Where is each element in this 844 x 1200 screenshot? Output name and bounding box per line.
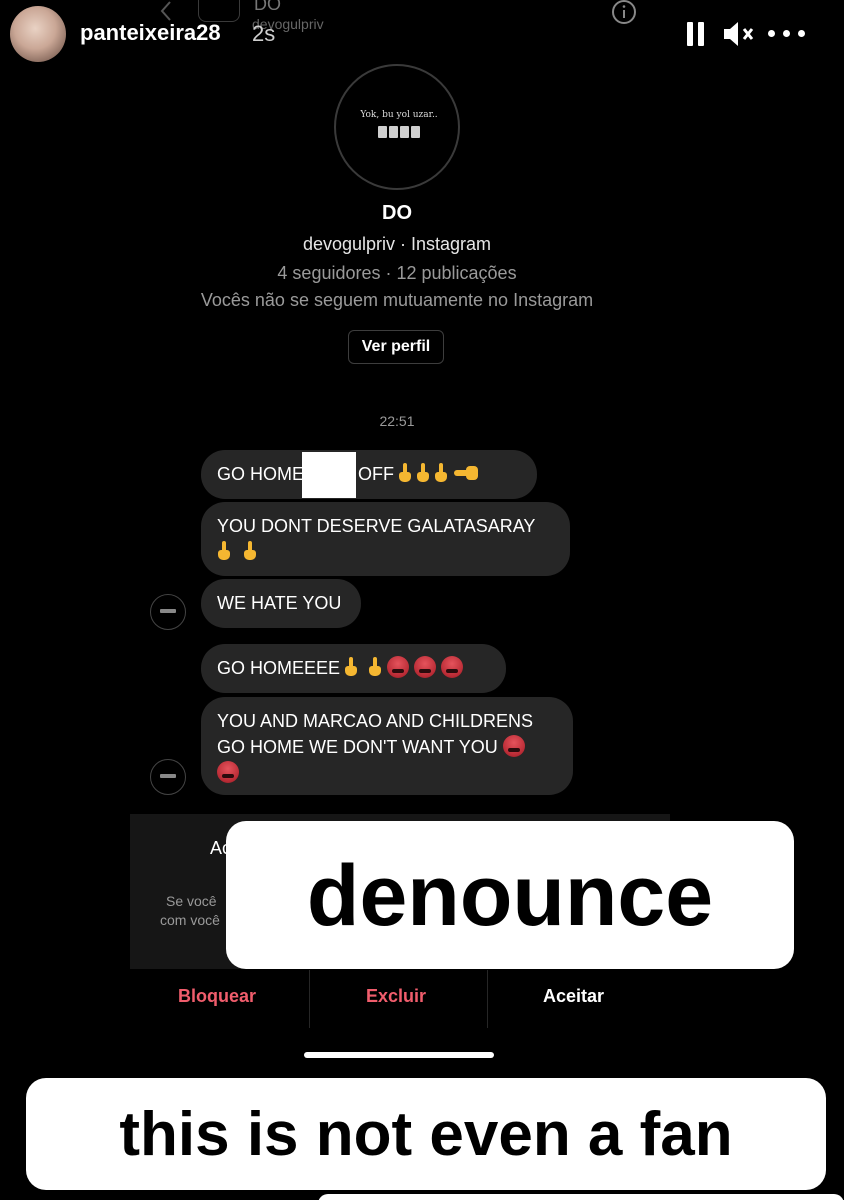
sender-avatar[interactable] — [150, 759, 186, 795]
pointing-hand-emoji-icon — [454, 466, 479, 480]
message-timestamp: 22:51 — [379, 413, 415, 429]
request-description: Se você — [166, 893, 217, 909]
request-description: com você — [160, 912, 220, 928]
message-bubble[interactable]: GO HOME OFF — [201, 450, 537, 499]
message-text: GO HOME WE DON'T WANT YOU — [217, 737, 498, 757]
angry-face-emoji-icon — [414, 656, 437, 678]
text-sticker-cropped — [318, 1194, 844, 1200]
mute-icon[interactable] — [722, 20, 756, 48]
middle-finger-emoji-icon — [344, 657, 358, 677]
message-bubble[interactable]: GO HOMEEEE — [201, 644, 506, 693]
message-text: OFF — [358, 464, 395, 484]
angry-face-emoji-icon — [217, 761, 239, 783]
text-sticker-denounce[interactable]: denounce — [226, 821, 794, 969]
clock-icon — [376, 126, 422, 140]
home-indicator — [304, 1052, 494, 1058]
middle-finger-emoji-icon — [416, 463, 430, 483]
message-text: GO HOME — [217, 464, 305, 484]
message-text: GO HOMEEEE — [217, 658, 341, 678]
message-text: YOU AND MARCAO AND CHILDRENS — [217, 711, 534, 731]
text-sticker-not-fan[interactable]: this is not even a fan — [26, 1078, 826, 1190]
story-header: panteixeira28 2s — [0, 0, 844, 70]
profile-name: DO — [382, 202, 412, 224]
story-username[interactable]: panteixeira28 — [80, 20, 221, 46]
message-text: WE HATE YOU — [217, 593, 342, 613]
view-profile-button[interactable]: Ver perfil — [348, 330, 444, 364]
angry-face-emoji-icon — [441, 656, 464, 678]
angry-face-emoji-icon — [387, 656, 410, 678]
divider — [487, 970, 488, 1028]
angry-face-emoji-icon — [502, 735, 525, 757]
profile-handle: devogulpriv · Instagram — [302, 234, 492, 254]
profile-stats: 4 seguidores · 12 publicações — [277, 263, 517, 283]
sender-avatar[interactable] — [150, 594, 186, 630]
message-bubble[interactable]: YOU AND MARCAO AND CHILDRENS GO HOME WE … — [201, 697, 573, 795]
divider — [309, 970, 310, 1028]
message-text: YOU DONT DESERVE GALATASARAY — [217, 516, 536, 536]
middle-finger-emoji-icon — [398, 463, 412, 483]
message-bubble[interactable]: YOU DONT DESERVE GALATASARAY — [201, 502, 570, 576]
profile-mutual-status: Vocês não se seguem mutuamente no Instag… — [200, 290, 594, 310]
middle-finger-emoji-icon — [217, 541, 231, 561]
middle-finger-emoji-icon — [368, 657, 382, 677]
message-bubble[interactable]: WE HATE YOU — [201, 579, 361, 628]
censor-block — [302, 452, 357, 499]
pause-icon[interactable] — [686, 22, 706, 46]
story-time: 2s — [252, 21, 276, 46]
story-avatar[interactable] — [10, 6, 66, 62]
block-button[interactable]: Bloquear — [178, 986, 256, 1007]
middle-finger-emoji-icon — [434, 463, 448, 483]
more-options-icon[interactable] — [768, 30, 808, 38]
delete-button[interactable]: Excluir — [366, 986, 426, 1007]
profile-picture[interactable]: Yok, bu yol uzar.. — [334, 64, 460, 190]
emoji-row — [213, 539, 554, 565]
profile-picture-caption: Yok, bu yol uzar.. — [360, 110, 438, 120]
middle-finger-emoji-icon — [243, 541, 257, 561]
accept-button[interactable]: Aceitar — [543, 986, 604, 1007]
